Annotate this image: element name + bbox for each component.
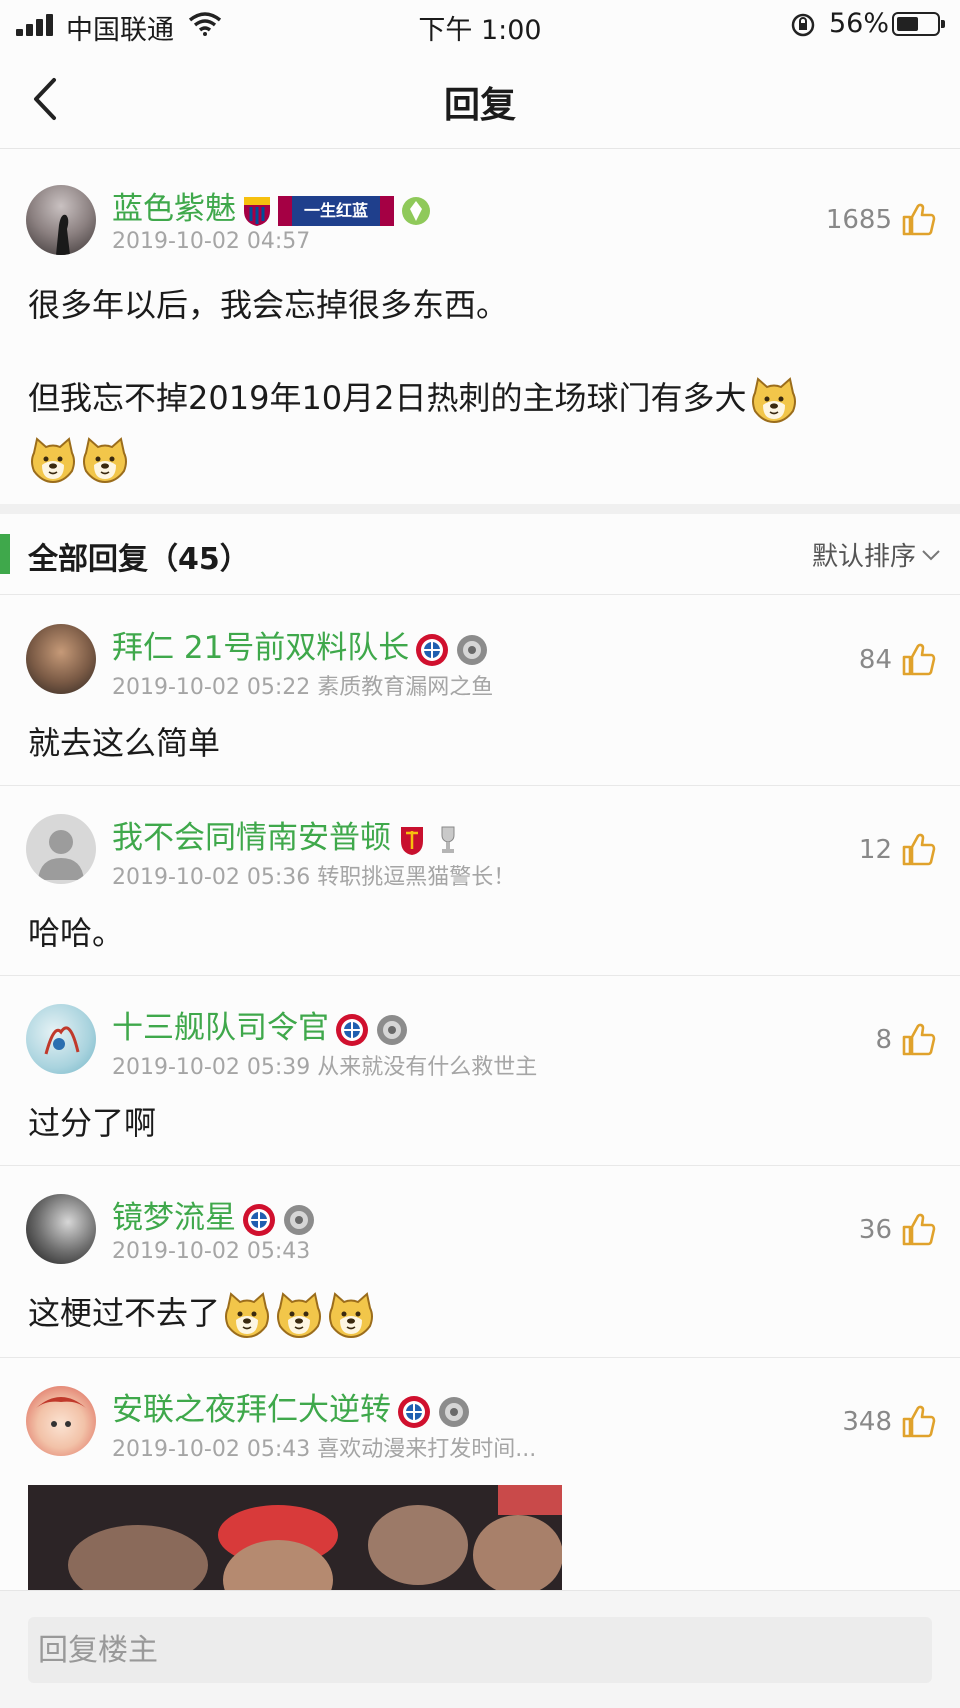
trophy-icon [441, 826, 455, 853]
sort-dropdown[interactable]: 默认排序 [812, 536, 916, 573]
reply-meta: 2019-10-02 05:36 转职挑逗黑猫警长！ [112, 865, 516, 890]
bayern-crest-icon [335, 1013, 369, 1047]
barcelona-crest-icon [244, 196, 270, 226]
doge-emoji-icon [326, 1290, 376, 1340]
username[interactable]: 镜梦流星 [112, 1200, 236, 1236]
divider [0, 975, 960, 976]
accent-bar [0, 534, 10, 574]
avatar[interactable] [26, 624, 96, 694]
post-line-1: 很多年以后，我会忘掉很多东西。 [28, 286, 509, 324]
divider [0, 1357, 960, 1358]
username[interactable]: 蓝色紫魅 [112, 191, 236, 227]
reply-meta: 2019-10-02 05:43 [112, 1239, 311, 1264]
ball-badge-icon [455, 633, 489, 667]
status-bar: 中国联通 下午 1:00 56% [0, 0, 960, 50]
section-separator [0, 504, 960, 514]
post-author: 蓝色紫魅 一生红蓝 [112, 183, 432, 228]
like-count: 8 [875, 1025, 892, 1055]
doge-emoji-icon [222, 1290, 272, 1340]
rotation-lock-icon [791, 13, 815, 37]
avatar[interactable] [26, 1004, 96, 1074]
like-count: 1685 [825, 205, 892, 235]
like-button[interactable]: 8 [875, 1020, 936, 1060]
like-button[interactable]: 12 [859, 830, 936, 870]
thumbs-up-icon [900, 1212, 936, 1248]
banner-badge: 一生红蓝 [278, 195, 394, 226]
reply-author: 镜梦流星 [112, 1192, 316, 1237]
ball-badge-icon [375, 1013, 409, 1047]
banner-text: 一生红蓝 [303, 200, 368, 220]
battery-percent: 56% [829, 8, 890, 39]
reply-bar [0, 1590, 960, 1708]
username[interactable]: 拜仁 21号前双料队长 [112, 630, 409, 666]
reply-meta: 2019-10-02 05:39 从来就没有什么救世主 [112, 1055, 538, 1080]
reply-text: 过分了啊 [28, 1104, 157, 1142]
thumbs-up-icon [900, 1404, 936, 1440]
reply-input[interactable] [28, 1617, 932, 1683]
post-line-2: 但我忘不掉2019年10月2日热刺的主场球门有多大 [28, 368, 938, 488]
avatar[interactable] [26, 1194, 96, 1264]
username[interactable]: 我不会同情南安普顿 [112, 820, 391, 856]
reply-meta: 2019-10-02 05:43 喜欢动漫来打发时间... [112, 1437, 537, 1462]
thumbs-up-icon [900, 832, 936, 868]
like-count: 84 [858, 645, 892, 675]
liverpool-crest-icon [401, 826, 423, 855]
reply-text-body: 这梗过不去了 [28, 1294, 221, 1332]
battery-icon [892, 12, 945, 36]
avatar[interactable] [26, 1386, 96, 1456]
replies-count-label: 全部回复（45） [28, 542, 250, 577]
like-count: 348 [842, 1407, 892, 1437]
doge-emoji-icon [749, 375, 799, 425]
divider [0, 785, 960, 786]
clock: 下午 1:00 [418, 15, 542, 46]
bayern-crest-icon [415, 633, 449, 667]
reply-author: 安联之夜拜仁大逆转 [112, 1384, 471, 1429]
post-text: 但我忘不掉2019年10月2日热刺的主场球门有多大 [28, 379, 747, 417]
reply-text: 这梗过不去了 [28, 1285, 376, 1341]
doge-emoji-icon [80, 435, 130, 485]
username[interactable]: 十三舰队司令官 [112, 1010, 329, 1046]
reply-image[interactable] [28, 1485, 562, 1590]
divider [0, 1165, 960, 1166]
reply-text: 哈哈。 [28, 914, 125, 952]
thumbs-up-icon [900, 642, 936, 678]
reply-author: 拜仁 21号前双料队长 [112, 622, 489, 667]
avatar[interactable] [26, 814, 96, 884]
level-icon [402, 196, 430, 225]
like-button[interactable]: 1685 [826, 200, 936, 240]
doge-emoji-icon [274, 1290, 324, 1340]
avatar[interactable] [26, 185, 96, 255]
like-count: 12 [858, 835, 892, 865]
chevron-down-icon[interactable] [920, 544, 942, 566]
reply-text: 就去这么简单 [28, 724, 221, 762]
replies-header: 全部回复（45） 默认排序 [0, 514, 960, 595]
doge-emoji-icon [28, 435, 78, 485]
bayern-crest-icon [242, 1203, 276, 1237]
thumbs-up-icon [900, 1022, 936, 1058]
bayern-crest-icon [397, 1395, 431, 1429]
like-button[interactable]: 348 [842, 1402, 936, 1442]
ball-badge-icon [282, 1203, 316, 1237]
username[interactable]: 安联之夜拜仁大逆转 [112, 1392, 391, 1428]
page-title: 回复 [443, 85, 516, 126]
like-button[interactable]: 36 [859, 1210, 936, 1250]
post-time: 2019-10-02 04:57 [112, 229, 311, 254]
nav-bar: 回复 [0, 50, 960, 149]
like-count: 36 [858, 1215, 892, 1245]
reply-author: 我不会同情南安普顿 [112, 812, 463, 857]
reply-author: 十三舰队司令官 [112, 1002, 409, 1047]
like-button[interactable]: 84 [859, 640, 936, 680]
thumbs-up-icon [900, 202, 936, 238]
ball-badge-icon [437, 1395, 471, 1429]
reply-meta: 2019-10-02 05:22 素质教育漏网之鱼 [112, 675, 494, 700]
